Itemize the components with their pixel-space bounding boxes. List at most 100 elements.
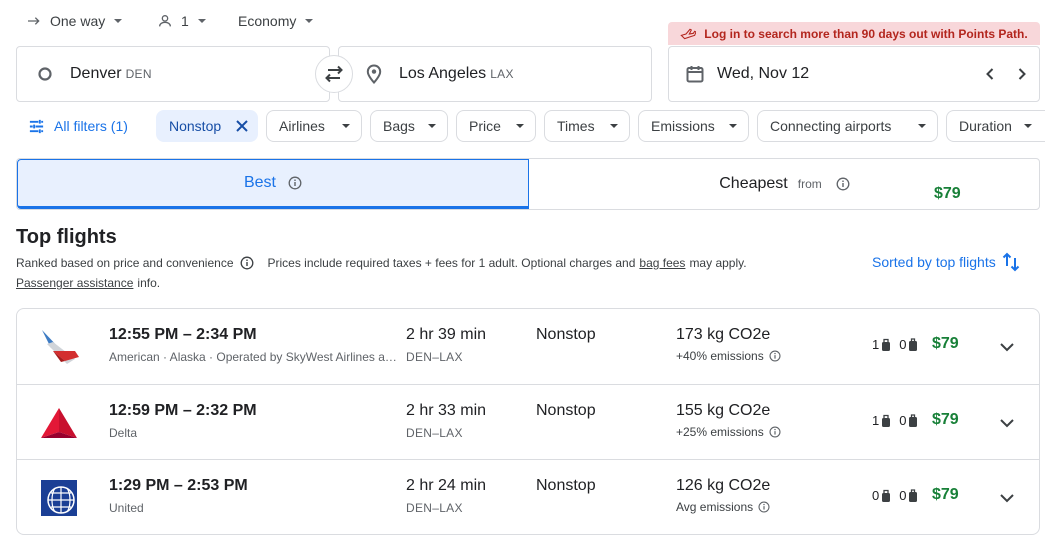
nonstop-filter-chip[interactable]: Nonstop xyxy=(156,110,258,142)
flight-route: DEN–LAX xyxy=(406,501,463,515)
destination-city: Los Angeles xyxy=(399,65,487,82)
chevron-down-icon xyxy=(1000,419,1014,428)
tab-cheapest-from: from xyxy=(797,177,822,191)
tab-cheapest-price: $79 xyxy=(934,185,961,202)
trip-type-label: One way xyxy=(50,13,106,29)
connecting-airports-filter-chip[interactable]: Connecting airports xyxy=(757,110,938,142)
flight-row[interactable]: 1:29 PM – 2:53 PM United 2 hr 24 min DEN… xyxy=(17,459,1039,534)
chip-label: Times xyxy=(557,118,595,134)
times-filter-chip[interactable]: Times xyxy=(544,110,630,142)
info-icon[interactable] xyxy=(769,426,781,438)
all-filters-label: All filters (1) xyxy=(54,118,128,134)
emissions-filter-chip[interactable]: Emissions xyxy=(638,110,749,142)
info-icon[interactable] xyxy=(758,501,770,513)
ranking-note: Ranked based on price and convenience Pr… xyxy=(16,256,747,270)
arrow-right-icon xyxy=(28,17,40,25)
info-icon[interactable] xyxy=(240,256,254,270)
info-text: info. xyxy=(137,276,161,290)
chip-label: Price xyxy=(469,118,501,134)
swap-icon xyxy=(325,65,343,83)
tune-icon xyxy=(29,119,44,133)
tab-cheapest-label: Cheapest xyxy=(719,175,788,192)
flight-stops: Nonstop xyxy=(536,477,596,494)
origin-field[interactable]: Denver DEN xyxy=(16,46,330,102)
dropdown-arrow-icon xyxy=(516,124,524,128)
flight-times: 1:29 PM – 2:53 PM xyxy=(109,477,248,494)
ranked-text: Ranked based on price and convenience xyxy=(16,256,234,270)
destination-field[interactable]: Los Angeles LAX xyxy=(338,46,652,102)
co2-amount: 173 kg CO2e xyxy=(676,326,771,343)
delta-logo xyxy=(41,408,77,438)
tab-cheapest[interactable]: Cheapest from $79 xyxy=(529,159,1039,209)
previous-date-button[interactable] xyxy=(980,64,1000,84)
dropdown-arrow-icon xyxy=(305,19,314,23)
flight-stops: Nonstop xyxy=(536,402,596,419)
person-icon xyxy=(159,15,171,27)
sort-button[interactable]: Sorted by top flights xyxy=(872,252,1020,272)
flight-times: 12:55 PM – 2:34 PM xyxy=(109,326,257,343)
nonstop-chip-label: Nonstop xyxy=(169,118,222,134)
checked-bag-count: 0 xyxy=(899,488,907,503)
all-filters-button[interactable]: All filters (1) xyxy=(28,110,128,142)
tab-best-label: Best xyxy=(243,174,276,191)
checked-bag-icon xyxy=(909,337,918,351)
carry-on-bag-icon xyxy=(882,338,891,351)
cabin-class-select[interactable]: Economy xyxy=(238,10,314,32)
cabin-class-label: Economy xyxy=(238,13,297,29)
airline-name: United xyxy=(109,501,144,515)
next-date-button[interactable] xyxy=(1012,64,1032,84)
bag-fees-link[interactable]: bag fees xyxy=(639,256,685,270)
trip-type-select[interactable]: One way xyxy=(26,10,123,32)
flight-price: $79 xyxy=(932,486,959,503)
flight-row[interactable]: 12:55 PM – 2:34 PM American · Alaska · O… xyxy=(17,309,1039,384)
airplane-icon xyxy=(680,28,697,39)
dropdown-arrow-icon xyxy=(610,124,618,128)
passengers-select[interactable]: 1 xyxy=(157,10,207,32)
carry-on-count: 1 xyxy=(872,337,880,352)
expand-button[interactable] xyxy=(995,335,1019,359)
baggage-allowance: 1 0 xyxy=(872,337,918,352)
airlines-filter-chip[interactable]: Airlines xyxy=(266,110,362,142)
united-logo xyxy=(41,480,77,516)
origin-city: Denver xyxy=(70,65,122,82)
flight-duration: 2 hr 39 min xyxy=(406,326,487,343)
dropdown-arrow-icon xyxy=(729,124,737,128)
passenger-assistance-link[interactable]: Passenger assistance xyxy=(16,276,133,290)
emissions-label: Avg emissions xyxy=(676,500,754,514)
flight-duration: 2 hr 24 min xyxy=(406,477,487,494)
emissions-note: +25% emissions xyxy=(676,425,781,439)
bags-filter-chip[interactable]: Bags xyxy=(370,110,448,142)
dropdown-arrow-icon xyxy=(1024,124,1032,128)
close-icon[interactable] xyxy=(235,119,249,133)
origin-circle-icon xyxy=(38,67,52,81)
sort-label: Sorted by top flights xyxy=(872,254,996,270)
co2-amount: 155 kg CO2e xyxy=(676,402,771,419)
flight-route: DEN–LAX xyxy=(406,426,463,440)
info-icon[interactable] xyxy=(288,176,302,190)
baggage-allowance: 1 0 xyxy=(872,413,918,428)
carry-on-count: 1 xyxy=(872,413,880,428)
swap-button[interactable] xyxy=(315,55,353,93)
chip-label: Bags xyxy=(383,118,415,134)
departure-date-field[interactable]: Wed, Nov 12 xyxy=(668,46,1040,102)
checked-bag-count: 0 xyxy=(899,413,907,428)
location-pin-icon xyxy=(366,64,382,84)
may-apply-text: may apply. xyxy=(689,256,747,270)
price-filter-chip[interactable]: Price xyxy=(456,110,536,142)
destination-code: LAX xyxy=(490,67,514,81)
co2-amount: 126 kg CO2e xyxy=(676,477,771,494)
info-icon[interactable] xyxy=(836,177,850,191)
expand-button[interactable] xyxy=(995,486,1019,510)
passengers-count: 1 xyxy=(181,13,189,29)
duration-filter-chip[interactable]: Duration xyxy=(946,110,1045,142)
checked-bag-icon xyxy=(909,413,918,427)
tab-best[interactable]: Best xyxy=(17,159,529,209)
expand-button[interactable] xyxy=(995,411,1019,435)
flight-row[interactable]: 12:59 PM – 2:32 PM Delta 2 hr 33 min DEN… xyxy=(17,384,1039,459)
points-path-banner[interactable]: Log in to search more than 90 days out w… xyxy=(668,22,1040,45)
info-icon[interactable] xyxy=(769,350,781,362)
prices-note: Prices include required taxes + fees for… xyxy=(267,256,636,270)
assistance-note: Passenger assistance info. xyxy=(16,276,160,290)
sort-tabs: Best Cheapest from $79 xyxy=(16,158,1040,210)
emissions-label: +25% emissions xyxy=(676,425,764,439)
